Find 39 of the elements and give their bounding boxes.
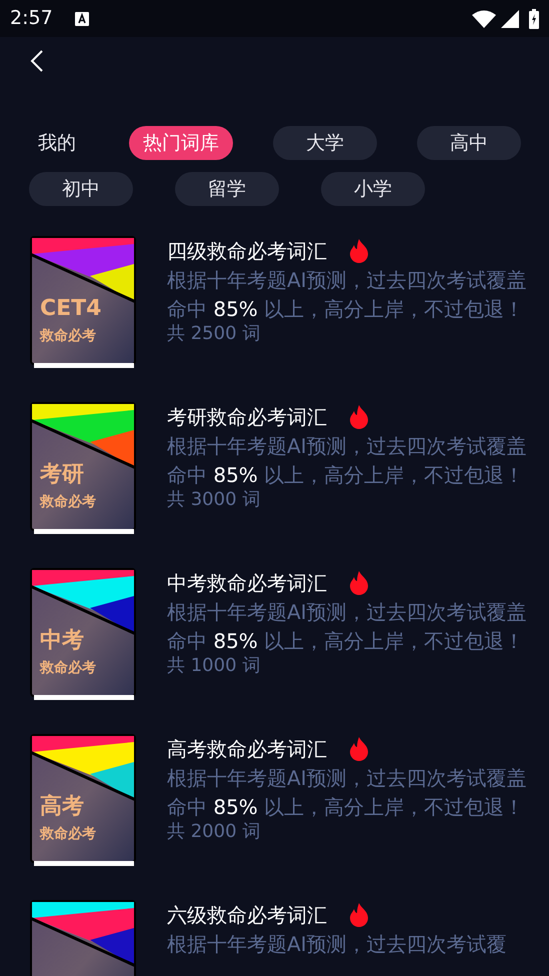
- wifi-icon: [472, 10, 496, 28]
- book-title: 六级救命必考词汇: [167, 902, 327, 929]
- cover-subtitle: 救命必考: [40, 661, 96, 675]
- category-tab[interactable]: 热门词库: [129, 126, 233, 160]
- book-title: 四级救命必考词汇: [167, 238, 327, 265]
- category-tab[interactable]: 我的: [25, 126, 89, 160]
- category-tab[interactable]: 小学: [321, 172, 425, 206]
- book-description: 根据十年考题AI预测，过去四次考试覆盖命中 85% 以上，高分上岸，不过包退！: [167, 267, 528, 323]
- book-title: 高考救命必考词汇: [167, 736, 327, 763]
- book-description: 根据十年考题AI预测，过去四次考试覆盖命中 85% 以上，高分上岸，不过包退！: [167, 765, 528, 821]
- category-tab[interactable]: 大学: [273, 126, 377, 160]
- cover-title: CET4: [40, 298, 102, 320]
- book-title: 考研救命必考词汇: [167, 404, 327, 431]
- book-description: 根据十年考题AI预测，过去四次考试覆: [167, 931, 508, 958]
- category-tab[interactable]: 初中: [29, 172, 133, 206]
- flame-icon: [349, 903, 369, 927]
- flame-icon: [349, 239, 369, 263]
- signal-icon: [501, 10, 519, 28]
- cover-title: 高考: [40, 796, 84, 818]
- word-count: 共 3000 词: [167, 490, 262, 510]
- keyboard-icon: [74, 12, 89, 26]
- flame-icon: [349, 571, 369, 595]
- book-description: 根据十年考题AI预测，过去四次考试覆盖命中 85% 以上，高分上岸，不过包退！: [167, 599, 528, 655]
- battery-icon: [529, 8, 539, 28]
- category-tab[interactable]: 高中: [417, 126, 521, 160]
- word-count: 共 2500 词: [167, 324, 262, 344]
- cover-subtitle: 救命必考: [40, 329, 96, 343]
- status-time: 2:57: [10, 6, 53, 32]
- book-title: 中考救命必考词汇: [167, 570, 327, 597]
- flame-icon: [349, 405, 369, 429]
- category-tab[interactable]: 留学: [175, 172, 279, 206]
- book-description: 根据十年考题AI预测，过去四次考试覆盖命中 85% 以上，高分上岸，不过包退！: [167, 433, 528, 489]
- cover-subtitle: 救命必考: [40, 495, 96, 509]
- cover-subtitle: 救命必考: [40, 827, 96, 841]
- word-count: 共 2000 词: [167, 822, 262, 842]
- word-count: 共 1000 词: [167, 656, 262, 676]
- flame-icon: [349, 737, 369, 761]
- cover-title: 考研: [40, 464, 84, 486]
- cover-title: 中考: [40, 630, 84, 652]
